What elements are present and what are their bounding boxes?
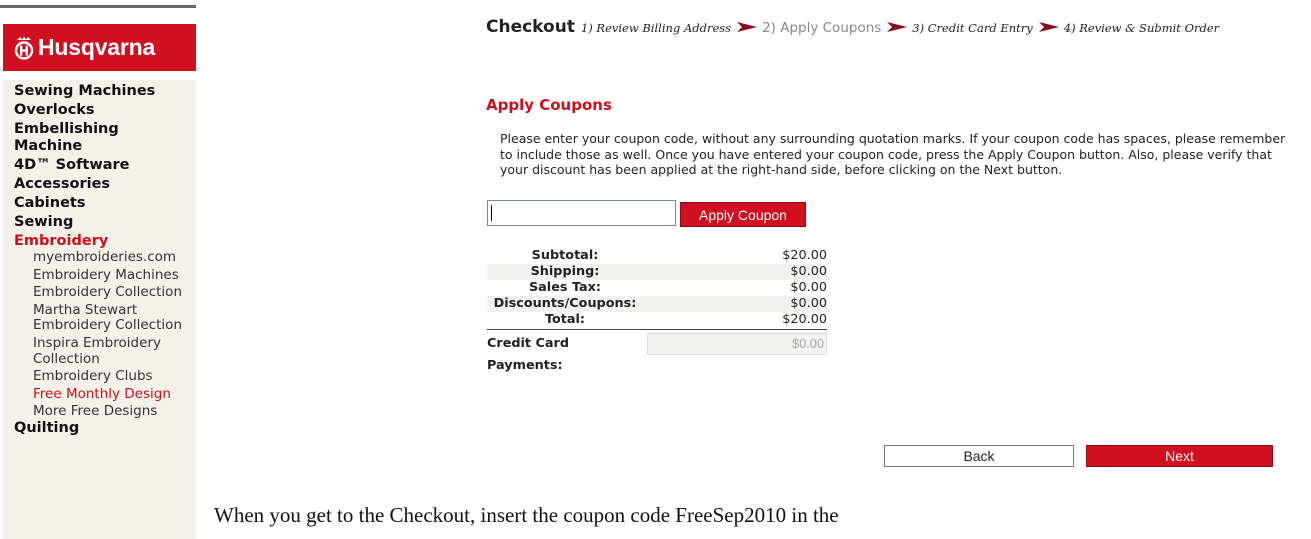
checkout-steps: Checkout 1) Review Billing Address 2) Ap… bbox=[486, 17, 1311, 37]
nav-sewing-machines[interactable]: Sewing Machines bbox=[3, 83, 178, 100]
sales-tax-label: Sales Tax: bbox=[528, 280, 602, 295]
nav-sewing[interactable]: Sewing bbox=[3, 214, 178, 231]
sidebar-nav: Sewing Machines Overlocks Embellishing M… bbox=[3, 80, 196, 539]
coupon-instructions: Please enter your coupon code, without a… bbox=[500, 131, 1286, 178]
nav-sub-myembroideries[interactable]: myembroideries.com bbox=[3, 249, 196, 266]
nav-sub-embroidery-collection[interactable]: Embroidery Collection bbox=[3, 285, 196, 301]
nav-sub-free-monthly-design[interactable]: Free Monthly Design bbox=[3, 386, 196, 403]
arrow-right-icon bbox=[1038, 22, 1059, 32]
step-review-billing: 1) Review Billing Address bbox=[580, 21, 732, 35]
total-label: Total: bbox=[544, 312, 586, 327]
credit-card-row: Credit Card Payments: $0.00 bbox=[487, 333, 827, 373]
checkout-instruction-text: When you get to the Checkout, insert the… bbox=[214, 503, 839, 527]
order-totals: Subtotal: $20.00 Shipping: $0.00 Sales T… bbox=[487, 248, 827, 373]
discounts-label: Discounts/Coupons: bbox=[493, 296, 637, 311]
credit-card-label: Credit Card Payments: bbox=[487, 336, 569, 373]
nav-sub-embroidery-clubs[interactable]: Embroidery Clubs bbox=[3, 369, 196, 385]
subtotal-label: Subtotal: bbox=[531, 248, 599, 263]
nav-embellishing-machine[interactable]: Embellishing Machine bbox=[3, 121, 178, 155]
nav-sub-more-free-designs[interactable]: More Free Designs bbox=[3, 404, 196, 420]
checkout-title: Checkout bbox=[486, 17, 575, 37]
arrow-right-icon bbox=[737, 22, 758, 32]
discounts-value: $0.00 bbox=[790, 296, 827, 311]
discounts-row: Discounts/Coupons: $0.00 bbox=[487, 296, 827, 312]
nav-embroidery[interactable]: Embroidery bbox=[3, 233, 178, 250]
coupon-code-input[interactable] bbox=[487, 200, 676, 226]
credit-card-value: $0.00 bbox=[647, 333, 827, 355]
sidebar: Husqvarna Sewing Machines Overlocks Embe… bbox=[0, 0, 200, 539]
apply-coupon-button[interactable]: Apply Coupon bbox=[680, 202, 806, 227]
subtotal-row: Subtotal: $20.00 bbox=[487, 248, 827, 264]
husqvarna-logo[interactable]: Husqvarna bbox=[3, 24, 196, 71]
text-cursor bbox=[491, 205, 492, 221]
total-row: Total: $20.00 bbox=[487, 312, 827, 330]
nav-overlocks[interactable]: Overlocks bbox=[3, 102, 178, 119]
crown-h-icon bbox=[14, 36, 34, 60]
sales-tax-value: $0.00 bbox=[790, 280, 827, 295]
shipping-label: Shipping: bbox=[530, 264, 600, 279]
total-value: $20.00 bbox=[782, 312, 827, 327]
top-rule bbox=[0, 5, 196, 8]
brand-name: Husqvarna bbox=[38, 34, 156, 60]
nav-cabinets[interactable]: Cabinets bbox=[3, 195, 178, 212]
nav-4d-software[interactable]: 4D™ Software bbox=[3, 157, 178, 174]
shipping-row: Shipping: $0.00 bbox=[487, 264, 827, 280]
back-button[interactable]: Back bbox=[884, 445, 1074, 467]
nav-sub-embroidery-machines[interactable]: Embroidery Machines bbox=[3, 267, 196, 284]
shipping-value: $0.00 bbox=[790, 264, 827, 279]
nav-accessories[interactable]: Accessories bbox=[3, 176, 178, 193]
sales-tax-row: Sales Tax: $0.00 bbox=[487, 280, 827, 296]
nav-sub-martha-stewart[interactable]: Martha Stewart Embroidery Collection bbox=[3, 302, 196, 334]
nav-quilting[interactable]: Quilting bbox=[3, 420, 178, 437]
step-apply-coupons: 2) Apply Coupons bbox=[762, 20, 882, 36]
next-button[interactable]: Next bbox=[1086, 445, 1273, 467]
nav-sub-inspira[interactable]: Inspira Embroidery Collection bbox=[3, 335, 196, 367]
arrow-right-icon bbox=[887, 22, 908, 32]
step-credit-card: 3) Credit Card Entry bbox=[912, 21, 1033, 35]
subtotal-value: $20.00 bbox=[782, 248, 827, 263]
step-review-submit: 4) Review & Submit Order bbox=[1063, 21, 1220, 35]
apply-coupons-heading: Apply Coupons bbox=[486, 96, 612, 114]
